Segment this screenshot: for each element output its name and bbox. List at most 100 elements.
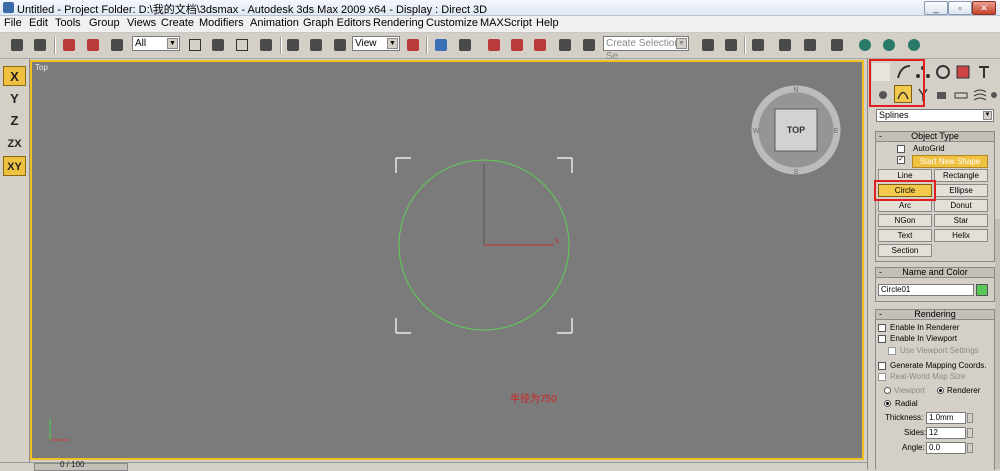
real-world-map-size-checkbox[interactable] xyxy=(878,373,886,381)
select-and-move-icon[interactable] xyxy=(284,36,302,54)
menu-tools[interactable]: Tools xyxy=(55,17,81,29)
cameras-category-icon[interactable] xyxy=(934,86,952,104)
layer-manager-icon[interactable] xyxy=(749,36,767,54)
menu-views[interactable]: Views xyxy=(127,17,156,29)
systems-category-icon[interactable] xyxy=(989,86,1000,104)
quick-render-icon[interactable] xyxy=(905,36,923,54)
enable-in-renderer-checkbox[interactable] xyxy=(878,324,886,332)
start-new-shape-button[interactable]: Start New Shape xyxy=(912,155,988,168)
snaps-toggle-icon[interactable] xyxy=(485,36,503,54)
redo-icon[interactable] xyxy=(31,36,49,54)
rendering-title: Rendering xyxy=(914,309,956,319)
name-color-rollout-header[interactable]: - Name and Color xyxy=(875,267,995,278)
reference-coordinate-dropdown[interactable]: View ▼ xyxy=(352,36,400,51)
select-and-link-icon[interactable] xyxy=(60,36,78,54)
minimize-button[interactable]: _ xyxy=(924,1,948,15)
toolbar-divider xyxy=(54,37,56,54)
category-dropdown[interactable]: Splines ▼ xyxy=(876,109,994,122)
window-crossing-icon[interactable] xyxy=(257,36,275,54)
select-and-rotate-icon[interactable] xyxy=(307,36,325,54)
helix-button[interactable]: Helix xyxy=(934,229,988,242)
angle-spinner[interactable] xyxy=(967,443,973,453)
rendering-rollout-header[interactable]: - Rendering xyxy=(875,309,995,320)
viewport-radio[interactable] xyxy=(884,387,891,394)
section-button[interactable]: Section xyxy=(878,244,932,257)
object-name-field[interactable]: Circle01 xyxy=(878,284,974,296)
radial-radio[interactable] xyxy=(884,400,891,407)
viewcube[interactable]: TOP N S W E xyxy=(751,85,841,176)
axis-xy-button[interactable]: XY xyxy=(3,156,26,176)
selection-filter-dropdown[interactable]: All ▼ xyxy=(132,36,180,51)
command-panel-scrollbar[interactable] xyxy=(995,219,1000,469)
menu-file[interactable]: File xyxy=(4,17,22,29)
start-new-shape-checkbox[interactable]: ✓ xyxy=(897,156,905,164)
sides-field[interactable]: 12 xyxy=(926,427,966,439)
curve-editor-icon[interactable] xyxy=(776,36,794,54)
menu-graph-editors[interactable]: Graph Editors xyxy=(303,17,371,29)
donut-button[interactable]: Donut xyxy=(934,199,988,212)
menu-create[interactable]: Create xyxy=(161,17,194,29)
percent-snap-icon[interactable] xyxy=(531,36,549,54)
rectangular-selection-icon[interactable] xyxy=(233,36,251,54)
select-and-scale-icon[interactable] xyxy=(331,36,349,54)
select-by-name-icon[interactable] xyxy=(209,36,227,54)
schematic-view-icon[interactable] xyxy=(801,36,819,54)
pivot-center-icon[interactable] xyxy=(404,36,422,54)
spinner-snap-icon[interactable] xyxy=(556,36,574,54)
object-color-swatch[interactable] xyxy=(976,284,988,296)
renderer-radio-label: Renderer xyxy=(947,386,981,395)
ellipse-button[interactable]: Ellipse xyxy=(934,184,988,197)
rendered-frame-window-icon[interactable] xyxy=(880,36,898,54)
rectangle-button[interactable]: Rectangle xyxy=(934,169,988,182)
axis-y-button[interactable]: Y xyxy=(3,89,26,109)
menu-group[interactable]: Group xyxy=(89,17,120,29)
align-icon[interactable] xyxy=(722,36,740,54)
axis-x-button[interactable]: X xyxy=(3,66,26,86)
undo-icon[interactable] xyxy=(8,36,26,54)
menu-rendering[interactable]: Rendering xyxy=(373,17,424,29)
ngon-button[interactable]: NGon xyxy=(878,214,932,227)
material-editor-icon[interactable] xyxy=(828,36,846,54)
restore-button[interactable]: ▫ xyxy=(948,1,972,15)
motion-tab-icon[interactable] xyxy=(934,63,952,81)
angle-snap-icon[interactable] xyxy=(508,36,526,54)
menu-modifiers[interactable]: Modifiers xyxy=(199,17,244,29)
keyboard-shortcut-override-icon[interactable] xyxy=(456,36,474,54)
menu-help[interactable]: Help xyxy=(536,17,559,29)
top-viewport[interactable]: Top x TOP N S W E 半径为750 xyxy=(30,60,864,460)
category-value: Splines xyxy=(879,110,909,120)
menu-animation[interactable]: Animation xyxy=(250,17,299,29)
angle-field[interactable]: 0.0 xyxy=(926,442,966,454)
axis-zx-button[interactable]: ZX xyxy=(3,134,26,154)
renderer-radio[interactable] xyxy=(937,387,944,394)
select-object-icon[interactable] xyxy=(186,36,204,54)
object-type-rollout-header[interactable]: - Object Type xyxy=(875,131,995,142)
named-selection-set-dropdown[interactable]: Create Selection Se ▼ xyxy=(603,36,689,62)
use-viewport-settings-checkbox[interactable] xyxy=(888,347,896,355)
thickness-field[interactable]: 1.0mm xyxy=(926,412,966,424)
object-type-title: Object Type xyxy=(911,131,959,141)
enable-in-viewport-checkbox[interactable] xyxy=(878,335,886,343)
menu-maxscript[interactable]: MAXScript xyxy=(480,17,532,29)
unlink-icon[interactable] xyxy=(84,36,102,54)
generate-mapping-checkbox[interactable] xyxy=(878,362,886,370)
render-setup-icon[interactable] xyxy=(856,36,874,54)
display-tab-icon[interactable] xyxy=(954,63,972,81)
space-warps-category-icon[interactable] xyxy=(971,86,989,104)
collapse-icon: - xyxy=(879,267,882,277)
menu-edit[interactable]: Edit xyxy=(29,17,48,29)
bind-to-space-warp-icon[interactable] xyxy=(108,36,126,54)
helpers-category-icon[interactable] xyxy=(952,86,970,104)
utilities-tab-icon[interactable] xyxy=(975,63,993,81)
star-button[interactable]: Star xyxy=(934,214,988,227)
axis-z-button[interactable]: Z xyxy=(3,111,26,131)
close-button[interactable]: ✕ xyxy=(972,1,996,15)
sides-spinner[interactable] xyxy=(967,428,973,438)
text-button[interactable]: Text xyxy=(878,229,932,242)
mirror-icon[interactable] xyxy=(699,36,717,54)
select-and-manipulate-icon[interactable] xyxy=(432,36,450,54)
menu-customize[interactable]: Customize xyxy=(426,17,478,29)
edit-named-selection-icon[interactable] xyxy=(580,36,598,54)
autogrid-checkbox[interactable] xyxy=(897,145,905,153)
thickness-spinner[interactable] xyxy=(967,413,973,423)
